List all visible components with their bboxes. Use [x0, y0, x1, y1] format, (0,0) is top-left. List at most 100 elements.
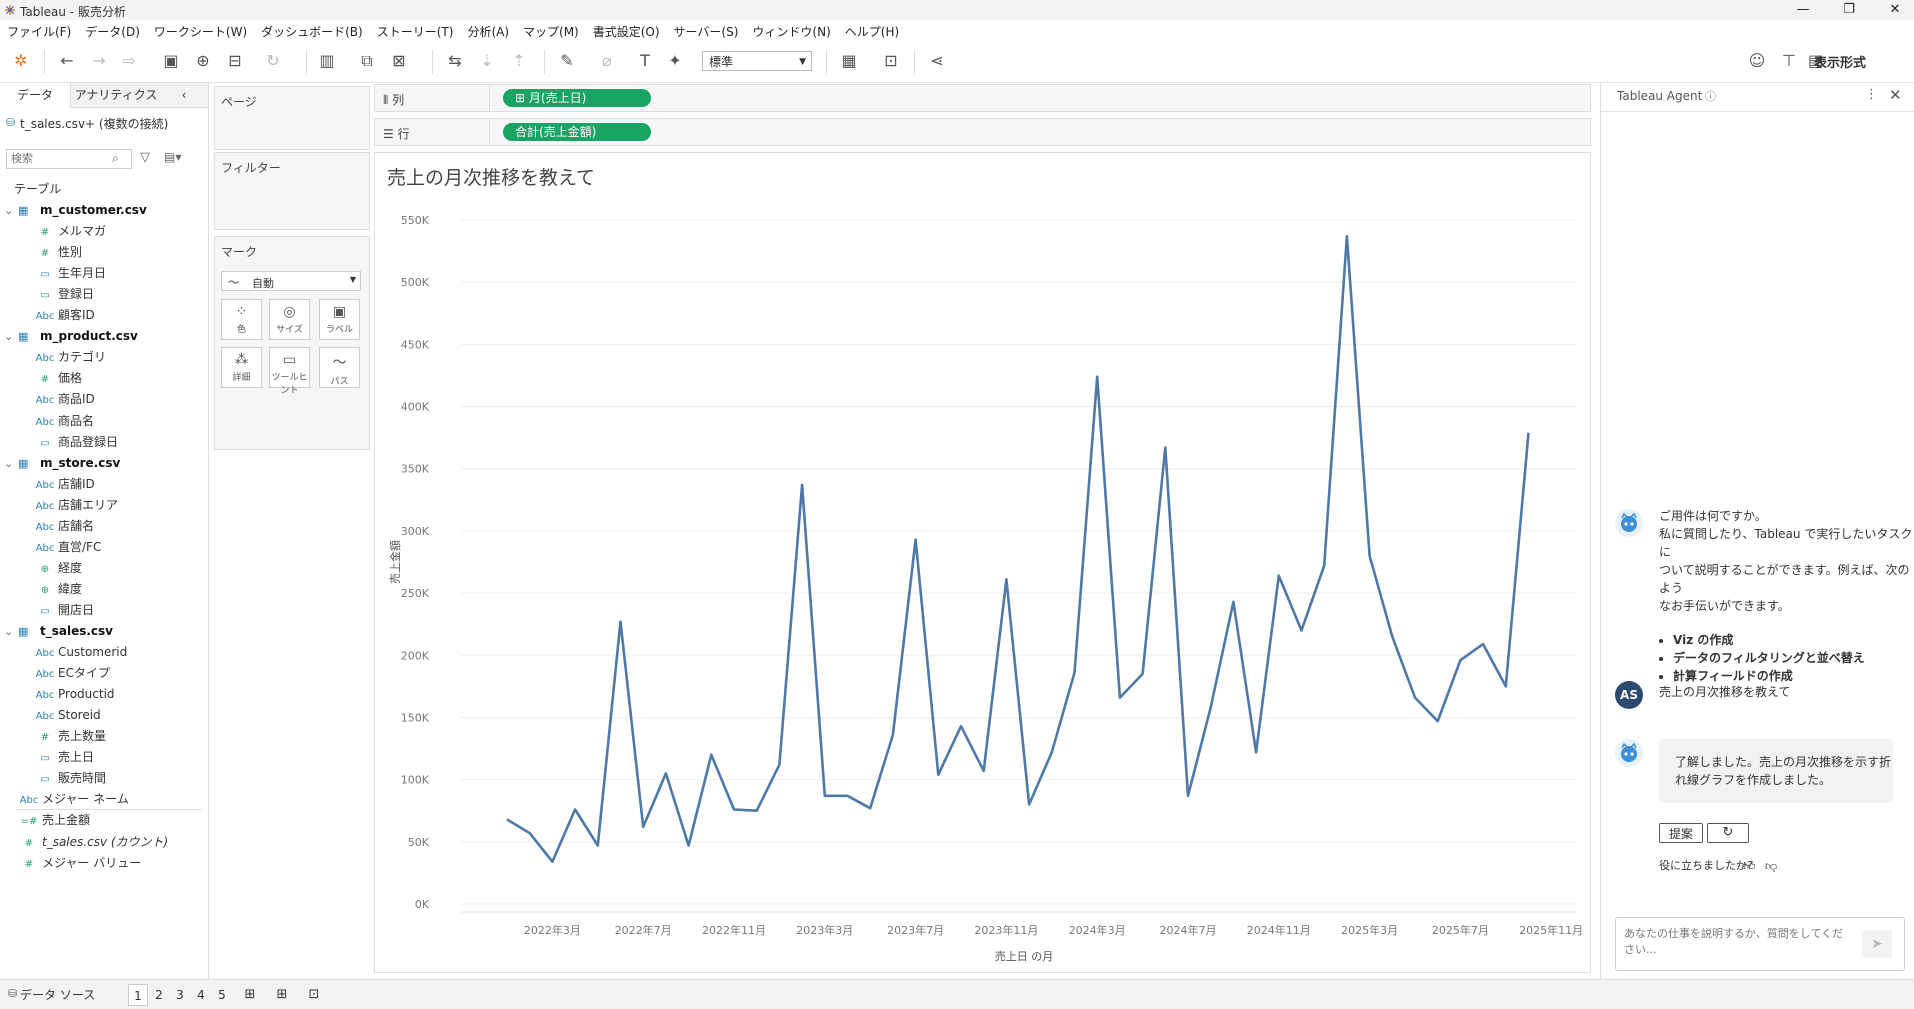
new-worksheet-icon[interactable]: ⊞	[240, 984, 260, 1006]
tableau-home-icon[interactable]: ✲	[10, 50, 32, 72]
sheet-tab[interactable]: 1	[128, 984, 148, 1006]
chevron-down-icon[interactable]: ⌄	[4, 622, 18, 642]
clear-sheet-icon[interactable]: ⊠	[388, 50, 410, 72]
fit-select[interactable]: 標準 ▼	[702, 51, 812, 71]
new-story-icon[interactable]: ⊡	[304, 984, 324, 1006]
thumbs-down-icon[interactable]: 👎︎	[1765, 857, 1777, 875]
field-item[interactable]: ▭ 登録日	[32, 284, 94, 304]
more-options-icon[interactable]: ⋮	[1865, 87, 1878, 102]
presentation-mode-icon[interactable]: ⊡	[880, 50, 902, 72]
menu-format[interactable]: 書式設定(O)	[586, 20, 667, 40]
highlight-icon[interactable]: ✎	[556, 50, 578, 72]
field-item[interactable]: Abc 商品名	[32, 411, 94, 431]
size-mark-button[interactable]: ◎ サイズ	[269, 299, 310, 340]
new-worksheet-icon[interactable]: ▥	[316, 50, 338, 72]
field-item[interactable]: Abc Storeid	[32, 705, 101, 725]
field-item[interactable]: =# 売上金額	[16, 810, 90, 830]
path-mark-button[interactable]: 〜パス	[319, 347, 360, 388]
field-item[interactable]: Abc 直営/FC	[32, 537, 102, 557]
collapse-pane-button[interactable]: ‹	[160, 83, 208, 108]
field-item[interactable]: Abc 店舗ID	[32, 474, 95, 494]
sheet-tab[interactable]: 3	[170, 984, 190, 1006]
sheet-tab[interactable]: 4	[191, 984, 211, 1006]
field-item[interactable]: ▭ 開店日	[32, 600, 94, 620]
columns-shelf[interactable]: ⦀ 列 ⊞ 月(売上日)	[374, 84, 1591, 112]
field-item[interactable]: Abc 店舗名	[32, 516, 94, 536]
swap-rows-columns-icon[interactable]: ⇆	[444, 50, 466, 72]
new-datasource-icon[interactable]: ⊕	[192, 50, 214, 72]
menu-map[interactable]: マップ(M)	[516, 20, 586, 40]
x-axis-title[interactable]: 売上日 の月	[995, 950, 1054, 963]
group-members-icon[interactable]: ⌀	[596, 50, 618, 72]
table-node[interactable]: ⌄ ▦ t_sales.csv	[4, 621, 113, 641]
table-node[interactable]: ⌄ ▦ m_product.csv	[4, 326, 138, 346]
pause-update-icon[interactable]: ⊟	[224, 50, 246, 72]
send-icon[interactable]: ➤	[1862, 930, 1892, 958]
color-mark-button[interactable]: ⁘ 色	[221, 299, 262, 340]
mark-type-select[interactable]: 〜 自動 ▼	[221, 271, 361, 291]
label-mark-button[interactable]: ▣ ラベル	[319, 299, 360, 340]
field-item[interactable]: Abc 商品ID	[32, 389, 95, 409]
sheet-tab[interactable]: 2	[149, 984, 169, 1006]
menu-server[interactable]: サーバー(S)	[667, 20, 746, 40]
rows-shelf[interactable]: ☰ 行 合計(売上金額)	[374, 118, 1591, 146]
menu-analysis[interactable]: 分析(A)	[460, 20, 516, 40]
filter-icon[interactable]: ▽	[140, 150, 150, 165]
agent-input[interactable]: あなたの仕事を説明するか、質問をしてください... ➤	[1615, 917, 1905, 971]
field-item[interactable]: # 価格	[32, 368, 82, 388]
tab-data[interactable]: データ	[0, 83, 70, 109]
field-item[interactable]: # t_sales.csv (カウント)	[16, 832, 168, 852]
minimize-button[interactable]: —	[1780, 0, 1826, 20]
close-button[interactable]: ✕	[1872, 0, 1914, 20]
tooltip-mark-button[interactable]: ▭ ツールヒント	[269, 347, 310, 396]
chevron-down-icon[interactable]: ⌄	[4, 327, 18, 347]
redo-icon[interactable]: →	[88, 50, 110, 72]
menu-story[interactable]: ストーリー(T)	[370, 20, 461, 40]
show-cards-icon[interactable]: ▦	[838, 50, 860, 72]
table-node[interactable]: ⌄ ▦ m_customer.csv	[4, 200, 147, 220]
field-item[interactable]: # メジャー バリュー	[16, 853, 141, 873]
refresh-icon[interactable]: ↻	[262, 50, 284, 72]
menu-data[interactable]: データ(D)	[78, 20, 147, 40]
rows-pill[interactable]: 合計(売上金額)	[503, 123, 651, 141]
show-me-button[interactable]: 表示形式	[1814, 52, 1866, 71]
field-item[interactable]: Abc ECタイプ	[32, 663, 110, 683]
duplicate-sheet-icon[interactable]: ⧉	[356, 50, 378, 72]
tab-analytics[interactable]: アナリティクス	[70, 83, 161, 108]
datasource-tab[interactable]: データ ソース	[20, 986, 95, 1003]
sort-ascending-icon[interactable]: ⇣	[476, 50, 498, 72]
menu-help[interactable]: ヘルプ(H)	[838, 20, 906, 40]
thumbs-up-icon[interactable]: 👍︎	[1743, 857, 1756, 875]
regenerate-button[interactable]: ↻	[1707, 823, 1749, 843]
field-item[interactable]: Abc 店舗エリア	[32, 495, 118, 515]
share-icon[interactable]: ⋖	[926, 50, 948, 72]
menu-worksheet[interactable]: ワークシート(W)	[147, 20, 254, 40]
columns-pill[interactable]: ⊞ 月(売上日)	[503, 89, 651, 107]
view-options-icon[interactable]: ▤▾	[164, 150, 181, 164]
chevron-down-icon[interactable]: ⌄	[4, 201, 18, 221]
viz-area[interactable]: 売上の月次推移を教えて 0K 50K 100K 150K 200K 250K 300K 350…	[374, 152, 1591, 973]
filters-shelf[interactable]: フィルター	[214, 152, 370, 230]
show-mark-labels-icon[interactable]: T	[634, 50, 656, 72]
menu-dashboard[interactable]: ダッシュボード(B)	[254, 20, 370, 40]
field-item[interactable]: ▭ 販売時間	[32, 768, 106, 788]
info-icon[interactable]: ⓘ	[1705, 88, 1716, 104]
restore-button[interactable]: ❐	[1826, 0, 1872, 20]
menu-file[interactable]: ファイル(F)	[0, 20, 78, 40]
datasource-name[interactable]: t_sales.csv+ (複数の接続)	[20, 115, 168, 132]
replay-icon[interactable]: ⇨	[118, 50, 140, 72]
agent-icon[interactable]: ☺	[1746, 50, 1768, 72]
field-item[interactable]: ▭ 売上日	[32, 747, 94, 767]
suggest-button[interactable]: 提案	[1659, 823, 1703, 843]
field-item[interactable]: ⊕ 経度	[32, 558, 82, 578]
save-icon[interactable]: ▣	[160, 50, 182, 72]
field-item[interactable]: # 性別	[32, 242, 82, 262]
field-item[interactable]: Abc 顧客ID	[32, 305, 95, 325]
close-icon[interactable]: ✕	[1889, 86, 1902, 104]
field-item[interactable]: Abc Customerid	[32, 642, 128, 662]
field-item[interactable]: Abc カテゴリ	[32, 347, 106, 367]
detail-mark-button[interactable]: ⁂ 詳細	[221, 347, 262, 388]
fix-axes-icon[interactable]: ✦	[664, 50, 686, 72]
field-item[interactable]: # 売上数量	[32, 726, 106, 746]
field-item[interactable]: ⊕ 緯度	[32, 579, 82, 599]
